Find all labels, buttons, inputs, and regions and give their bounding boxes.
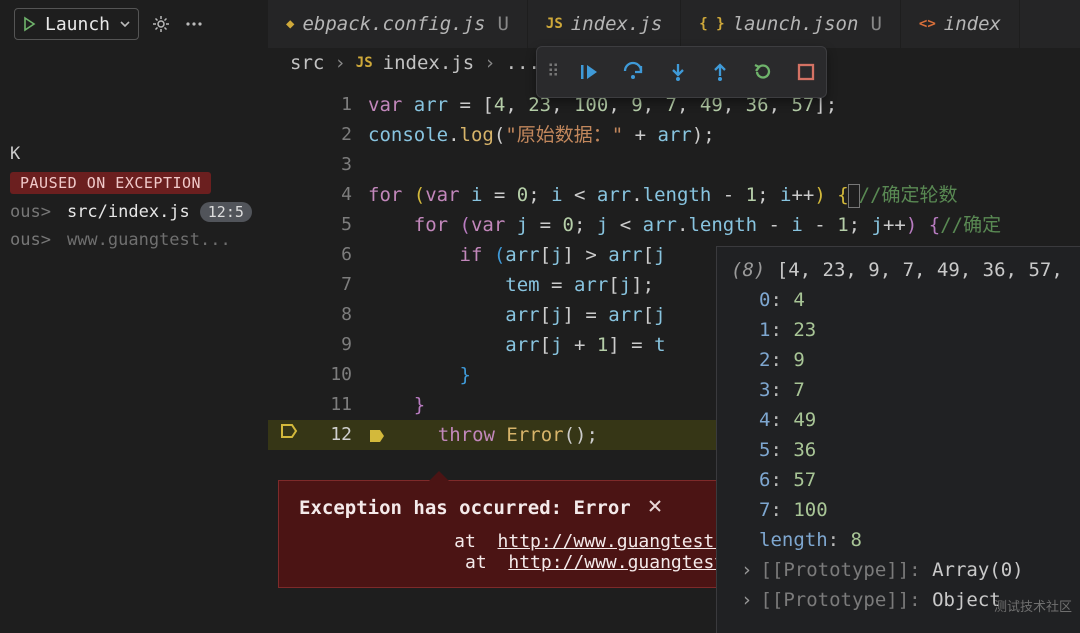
code-line[interactable]: 4for (var i = 0; i < arr.length - 1; i++… <box>268 180 1080 210</box>
html-file-icon: <> <box>919 16 936 32</box>
tab-index-js[interactable]: JS index.js <box>528 0 681 48</box>
panel-section-header: K <box>0 140 268 168</box>
play-icon <box>21 16 37 32</box>
js-file-icon: JS <box>546 16 563 32</box>
drag-handle-icon[interactable]: ⠿ <box>547 62 556 82</box>
current-line-marker-icon <box>368 424 392 446</box>
tab-launch-json[interactable]: { } launch.json U <box>681 0 901 48</box>
tab-webpack-config[interactable]: ◆ ebpack.config.js U <box>268 0 528 48</box>
json-file-icon: { } <box>699 16 724 32</box>
prototype-row[interactable]: ›[[Prototype]]: Array(0) <box>731 555 1066 585</box>
code-line[interactable]: 2console.log("原始数据：" + arr); <box>268 120 1080 150</box>
paused-on-exception-badge: PAUSED ON EXCEPTION <box>10 172 211 194</box>
inspector-array-entry[interactable]: 2: 9 <box>731 345 1066 375</box>
breakpoint-indicator-icon <box>280 420 298 450</box>
inspector-array-entry[interactable]: 5: 36 <box>731 435 1066 465</box>
inspector-array-entry[interactable]: 3: 7 <box>731 375 1066 405</box>
chevron-right-icon: › <box>334 52 345 74</box>
call-stack-frame[interactable]: ous> src/index.js 12:5 <box>0 198 268 226</box>
more-icon[interactable] <box>183 14 205 34</box>
code-line[interactable]: 5 for (var j = 0; j < arr.length - i - 1… <box>268 210 1080 240</box>
code-line[interactable]: 3 <box>268 150 1080 180</box>
step-over-button[interactable] <box>622 61 646 83</box>
inspector-array-entry[interactable]: 1: 23 <box>731 315 1066 345</box>
inspector-array-entry[interactable]: 7: 100 <box>731 495 1066 525</box>
launch-config-selector[interactable]: Launch <box>14 8 139 40</box>
inspector-array-entry[interactable]: 4: 49 <box>731 405 1066 435</box>
launch-label: Launch <box>45 14 110 35</box>
watermark-text: 测试技术社区 <box>994 593 1072 623</box>
continue-button[interactable] <box>578 61 600 83</box>
debug-side-toolbar: Launch <box>0 0 219 48</box>
inspector-array-entry[interactable]: 6: 57 <box>731 465 1066 495</box>
webpack-icon: ◆ <box>286 16 294 32</box>
inspector-array-entry[interactable]: 0: 4 <box>731 285 1066 315</box>
step-into-button[interactable] <box>668 61 688 83</box>
breadcrumb[interactable]: src › JS index.js › ... <box>290 52 540 74</box>
step-out-button[interactable] <box>710 61 730 83</box>
paused-indicator-row: PAUSED ON EXCEPTION <box>0 168 268 198</box>
chevron-down-icon <box>118 17 132 31</box>
gear-icon[interactable] <box>151 14 171 34</box>
js-file-icon: JS <box>356 55 373 71</box>
tab-index-html[interactable]: <> index <box>901 0 1020 48</box>
stop-button[interactable] <box>796 62 816 82</box>
restart-button[interactable] <box>752 61 774 83</box>
line-column-chip: 12:5 <box>200 202 252 222</box>
debug-side-panel: K PAUSED ON EXCEPTION ous> src/index.js … <box>0 48 268 633</box>
exception-title: Exception has occurred: Error <box>299 497 631 519</box>
call-stack-frame[interactable]: ous> www.guangtest... <box>0 226 268 254</box>
close-icon[interactable] <box>647 497 663 519</box>
chevron-right-icon: › <box>484 52 495 74</box>
editor-tabs: ◆ ebpack.config.js U JS index.js { } lau… <box>268 0 1080 48</box>
variable-hover-inspector: (8) [4, 23, 9, 7, 49, 36, 57, 0: 41: 232… <box>716 246 1080 633</box>
debug-action-toolbar: ⠿ <box>536 46 827 98</box>
